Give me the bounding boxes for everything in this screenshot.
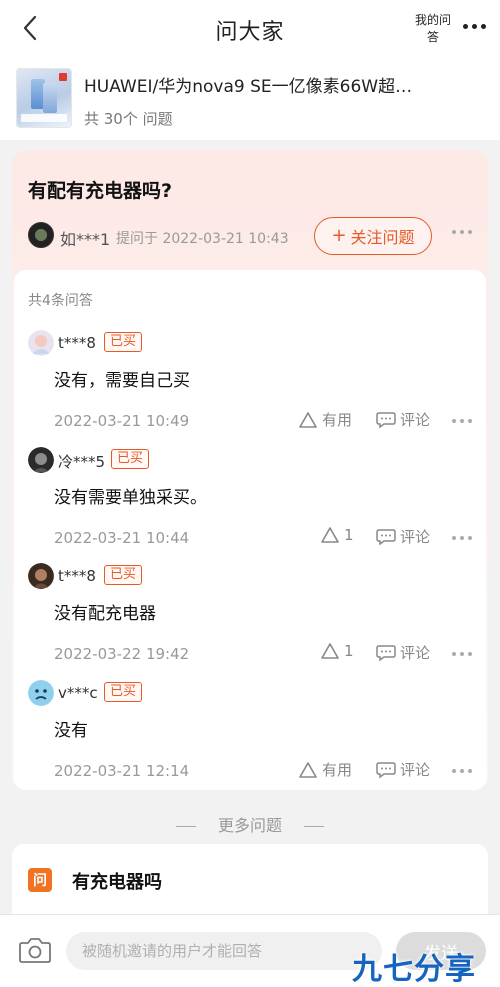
comment-icon: [376, 644, 396, 661]
triangle-like-icon: [321, 527, 339, 543]
useful-count: 1: [344, 642, 354, 660]
useful-label: 有用: [322, 761, 353, 779]
bought-badge: 已买: [104, 332, 143, 352]
comment-icon: [376, 761, 396, 778]
more-questions-divider: 更多问题: [0, 812, 500, 836]
dot-icon: [468, 536, 472, 540]
answer-date: 2022-03-22 19:42: [54, 645, 190, 663]
comment-icon: [376, 411, 396, 428]
question-count: 共 30个 问题: [84, 110, 173, 128]
dot-icon: [460, 419, 464, 423]
useful-button[interactable]: 1: [320, 642, 354, 660]
camera-button[interactable]: [18, 935, 52, 965]
divider-line: [175, 826, 196, 827]
answer-item: t***8 已买 没有，需要自己买 2022-03-21 10:49 有用 评论: [0, 330, 500, 446]
avatar[interactable]: [28, 447, 54, 473]
dot-icon: [460, 230, 464, 234]
site-watermark: 九七分享吧: [352, 952, 476, 987]
dot-icon: [471, 23, 477, 29]
answer-item: t***8 已买 没有配充电器 2022-03-22 19:42 1 评论: [0, 563, 500, 679]
question-more-button[interactable]: [452, 230, 472, 234]
product-title: HUAWEI/华为nova9 SE一亿像素66W超…: [84, 77, 413, 97]
answer-username: v***c: [58, 684, 98, 702]
comment-label: 评论: [400, 411, 431, 429]
answers-count: 共4条问答: [28, 293, 93, 309]
answer-item: v***c 已买 没有 2022-03-21 12:14 有用 评论: [0, 680, 500, 796]
answer-date: 2022-03-21 12:14: [54, 762, 190, 780]
avatar[interactable]: [28, 330, 54, 356]
answer-text: 没有，需要自己买: [54, 371, 190, 391]
reply-input[interactable]: [66, 932, 382, 970]
comment-button[interactable]: 评论: [376, 642, 430, 663]
comment-label: 评论: [400, 644, 431, 662]
bought-badge: 已买: [111, 449, 150, 469]
related-question-title[interactable]: 有充电器吗: [72, 868, 162, 894]
more-options-button[interactable]: [456, 14, 492, 38]
follow-label: 关注问题: [350, 228, 415, 247]
useful-button[interactable]: 1: [320, 526, 354, 544]
answer-date: 2022-03-21 10:49: [54, 412, 190, 430]
product-thumbnail: [16, 68, 72, 128]
comment-button[interactable]: 评论: [376, 759, 430, 780]
answer-item: 冷***5 已买 没有需要单独采买。 2022-03-21 10:44 1 评论: [0, 447, 500, 563]
answer-more-button[interactable]: [452, 769, 472, 773]
product-summary[interactable]: HUAWEI/华为nova9 SE一亿像素66W超… 共 30个 问题: [0, 56, 500, 140]
avatar[interactable]: [28, 680, 54, 706]
triangle-like-icon: [299, 761, 317, 778]
avatar[interactable]: [28, 563, 54, 589]
dot-icon: [462, 23, 468, 29]
dot-icon: [452, 769, 456, 773]
triangle-like-icon: [299, 411, 317, 428]
dot-icon: [452, 652, 456, 656]
dot-icon: [452, 419, 456, 423]
divider-line: [304, 826, 324, 827]
comment-icon: [376, 528, 396, 545]
my-answers-button[interactable]: 我的问答: [414, 12, 452, 46]
plus-icon: +: [331, 225, 347, 246]
phone-image: [43, 83, 57, 113]
useful-label: 有用: [322, 411, 353, 429]
answer-text: 没有: [54, 721, 88, 741]
question-title: 有配有充电器吗?: [28, 180, 173, 202]
dot-icon: [460, 769, 464, 773]
triangle-like-icon: [321, 643, 339, 659]
answer-username: t***8: [58, 567, 96, 585]
top-nav-bar: 问大家 我的问答: [0, 0, 500, 56]
answer-username: t***8: [58, 334, 96, 352]
useful-count: 1: [344, 526, 354, 544]
answer-text: 没有配充电器: [54, 604, 156, 624]
dot-icon: [460, 536, 464, 540]
comment-label: 评论: [400, 528, 431, 546]
brand-tag: [59, 73, 67, 81]
dot-icon: [480, 23, 486, 29]
comment-button[interactable]: 评论: [376, 526, 430, 547]
dot-icon: [468, 419, 472, 423]
dot-icon: [468, 652, 472, 656]
useful-button[interactable]: 有用: [298, 409, 352, 430]
dot-icon: [452, 536, 456, 540]
follow-question-button[interactable]: + 关注问题: [314, 217, 432, 255]
dot-icon: [460, 652, 464, 656]
dot-icon: [468, 230, 472, 234]
answer-text: 没有需要单独采买。: [54, 488, 207, 508]
answer-date: 2022-03-21 10:44: [54, 529, 190, 547]
asker-name: 如***1: [60, 230, 111, 249]
answer-more-button[interactable]: [452, 536, 472, 540]
answer-more-button[interactable]: [452, 419, 472, 423]
more-questions-label: 更多问题: [217, 816, 282, 835]
camera-icon: [19, 938, 51, 963]
dot-icon: [452, 230, 456, 234]
asker-avatar: [28, 222, 54, 248]
bought-badge: 已买: [104, 682, 143, 702]
dot-icon: [468, 769, 472, 773]
comment-button[interactable]: 评论: [376, 409, 430, 430]
bought-badge: 已买: [104, 565, 143, 585]
answer-username: 冷***5: [58, 453, 106, 471]
promo-strip: [21, 114, 67, 122]
comment-label: 评论: [400, 761, 431, 779]
useful-button[interactable]: 有用: [298, 759, 352, 780]
asked-date: 提问于 2022-03-21 10:43: [116, 231, 289, 247]
question-icon: 问: [28, 868, 52, 892]
answer-more-button[interactable]: [452, 652, 472, 656]
